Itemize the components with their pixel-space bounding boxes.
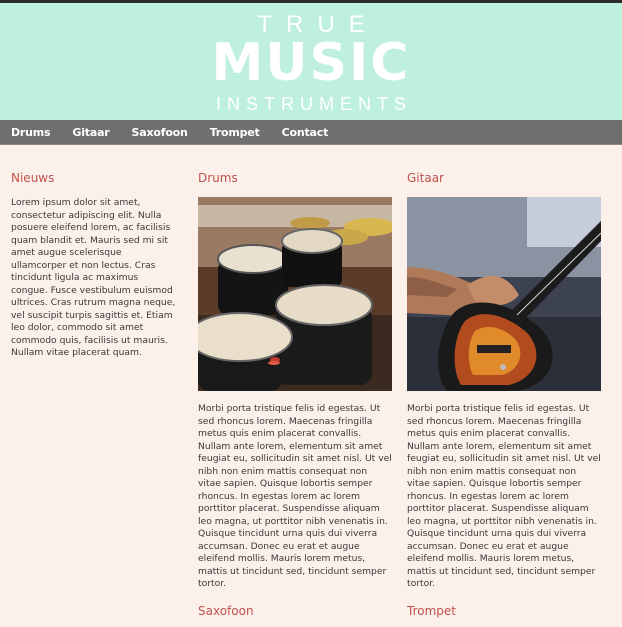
gitaar-section: Gitaar Morbi porta tristique felis id eg… bbox=[407, 171, 601, 591]
news-section: Nieuws Lorem ipsum dolor sit amet, conse… bbox=[11, 171, 176, 360]
news-text: Lorem ipsum dolor sit amet, consectetur … bbox=[11, 197, 176, 358]
nav-item-contact[interactable]: Contact bbox=[282, 126, 329, 139]
site-header: TRUE MUSIC INSTRUMENTS bbox=[0, 3, 622, 120]
nav-item-drums[interactable]: Drums bbox=[11, 126, 51, 139]
drums-title: Drums bbox=[198, 171, 238, 185]
logo-music-text: MUSIC bbox=[211, 33, 411, 93]
nav-item-trompet[interactable]: Trompet bbox=[210, 126, 260, 139]
drums-text: Morbi porta tristique felis id egestas. … bbox=[198, 403, 392, 589]
news-title: Nieuws bbox=[11, 171, 55, 185]
drums-photo bbox=[198, 197, 392, 391]
drums-image bbox=[198, 197, 392, 391]
trompet-title: Trompet bbox=[407, 604, 456, 618]
gitaar-photo bbox=[407, 197, 601, 391]
gitaar-image bbox=[407, 197, 601, 391]
gitaar-title: Gitaar bbox=[407, 171, 444, 185]
main-content: Nieuws Lorem ipsum dolor sit amet, conse… bbox=[0, 145, 622, 627]
nav-item-saxofoon[interactable]: Saxofoon bbox=[132, 126, 188, 139]
saxofoon-title: Saxofoon bbox=[198, 604, 254, 618]
drums-section: Drums Morbi porta tristique felis id ege… bbox=[198, 171, 392, 591]
main-nav: Drums Gitaar Saxofoon Trompet Contact bbox=[0, 120, 622, 145]
logo-instruments-text: INSTRUMENTS bbox=[216, 94, 412, 114]
nav-item-gitaar[interactable]: Gitaar bbox=[72, 126, 109, 139]
gitaar-text: Morbi porta tristique felis id egestas. … bbox=[407, 403, 601, 589]
